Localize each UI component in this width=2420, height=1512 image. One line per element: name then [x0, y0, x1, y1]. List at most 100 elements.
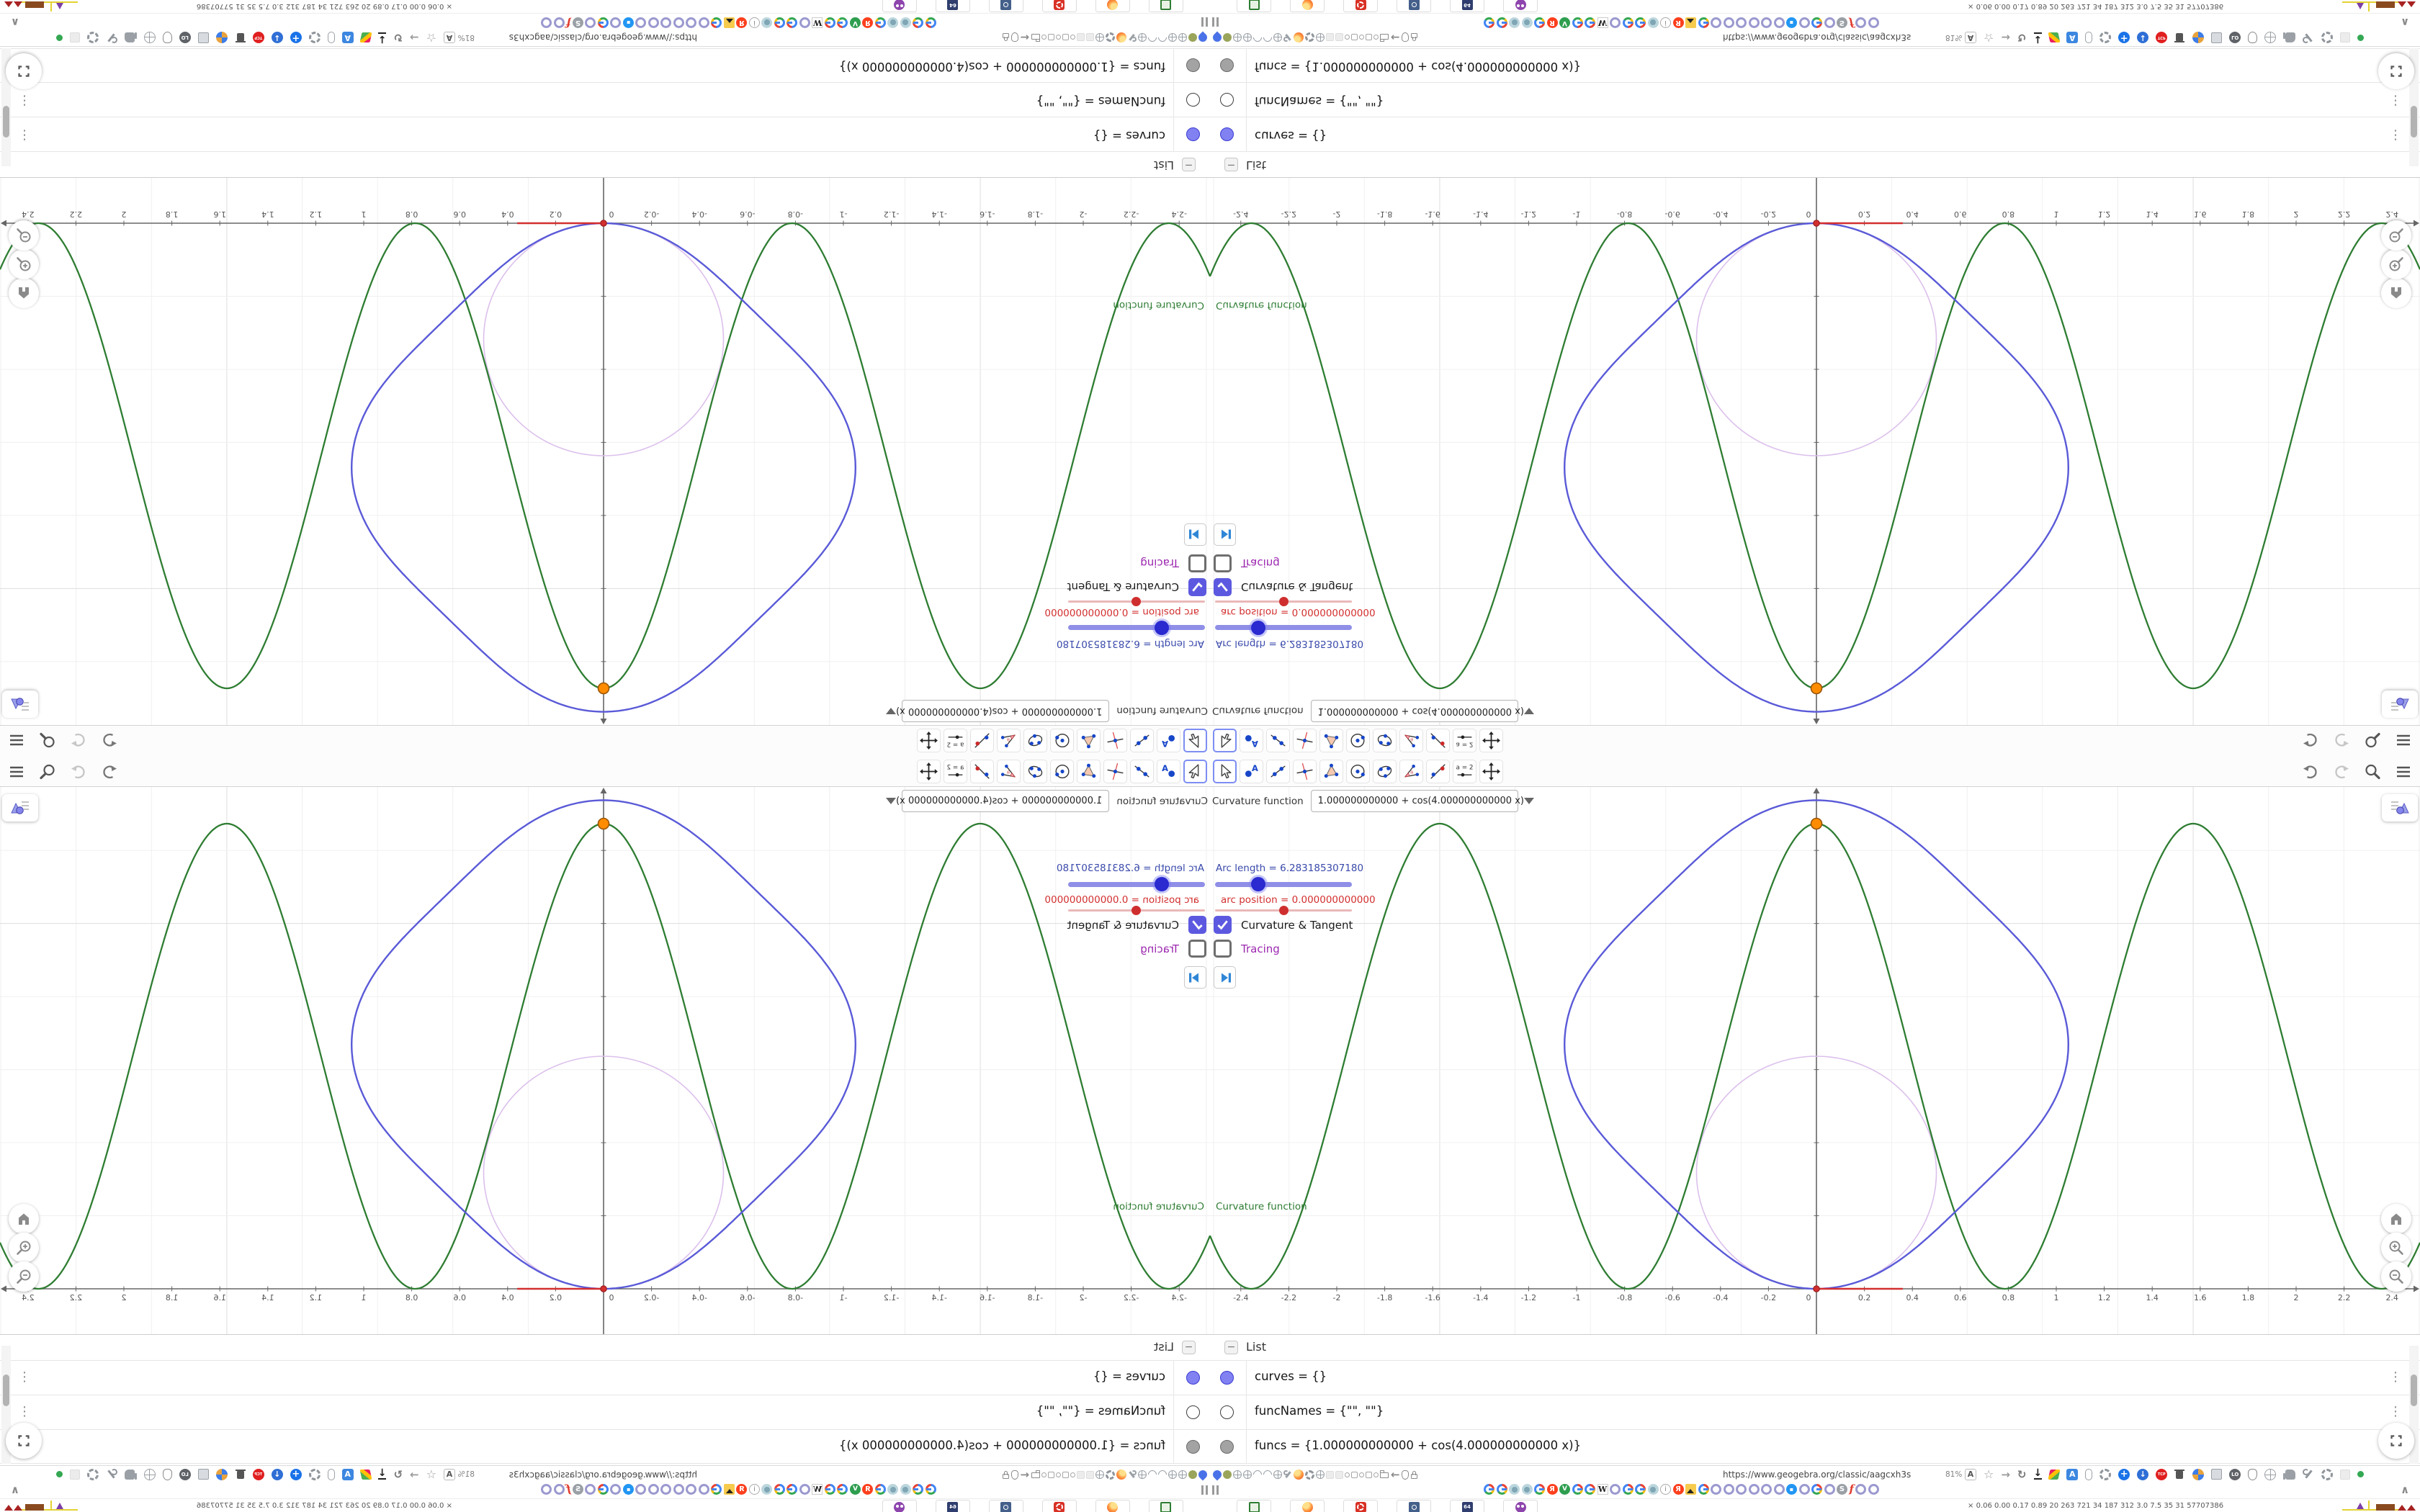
fullscreen-button[interactable] — [6, 53, 42, 89]
kebab-menu-icon[interactable]: ⋮ — [2389, 1369, 2402, 1386]
tool-conic-button[interactable] — [1373, 729, 1397, 752]
nav-back-icon[interactable]: ← — [1020, 32, 1029, 45]
play-pause-button[interactable] — [1184, 966, 1206, 989]
nav-arc-icon[interactable] — [1251, 1468, 1264, 1481]
nav-back-icon[interactable]: ← — [1391, 1469, 1400, 1480]
curvature-function-dropdown[interactable]: 1.000000000000 + cos(4.000000000000 x) — [1310, 700, 1534, 722]
menu-icon[interactable] — [7, 762, 27, 781]
dock-firefox-box-button[interactable] — [1095, 0, 1130, 12]
collapse-chevron-icon[interactable]: ∧ — [2401, 1483, 2409, 1496]
nav-mouse-icon[interactable] — [2085, 1468, 2093, 1480]
arc-length-slider[interactable] — [1215, 877, 1352, 891]
tool-reflect-button[interactable] — [1426, 760, 1450, 783]
bookmark-chat-icon[interactable]: ▪ — [623, 1484, 634, 1495]
address-url[interactable]: https://www.geogebra.org/classic/aagcxh3… — [1723, 32, 1911, 42]
nav-globe-big-icon[interactable] — [143, 32, 156, 44]
nav-arrow-right-icon[interactable]: → — [2001, 1468, 2010, 1481]
scrollbar-thumb[interactable] — [2411, 106, 2417, 138]
bookmark-info-icon[interactable]: i — [749, 1484, 760, 1495]
tool-move-button[interactable] — [1213, 760, 1237, 783]
nav-dot-icon[interactable] — [1056, 35, 1061, 40]
nav-plus-icon[interactable]: + — [2118, 1468, 2130, 1480]
nav-firefox-icon[interactable] — [1294, 32, 1304, 42]
bookmark-W-icon[interactable]: W — [812, 17, 823, 28]
bookmark-flw-icon[interactable] — [1723, 1484, 1734, 1495]
nav-arc-icon[interactable] — [1156, 31, 1169, 44]
bookmark-wiki-icon[interactable] — [1647, 17, 1659, 28]
nav-drop-icon[interactable] — [1211, 31, 1224, 44]
bookmark-flw-icon[interactable] — [1736, 17, 1747, 28]
tool-slider-button[interactable]: a = 2 — [1453, 729, 1476, 752]
bookmark-flw-icon[interactable] — [648, 17, 659, 28]
bookmark-G-icon[interactable] — [1534, 1484, 1545, 1495]
algebra-row[interactable]: funcs = {1.000000000000 + cos(4.00000000… — [0, 1429, 1210, 1464]
bookmark-wiki-icon[interactable] — [1647, 1484, 1659, 1495]
nav-shield-big-icon[interactable] — [162, 32, 172, 44]
bookmark-G-icon[interactable] — [711, 17, 722, 28]
bookmark-G-icon[interactable] — [1585, 17, 1595, 28]
page-zoom-badge[interactable]: 81% — [1945, 1470, 1962, 1479]
checkbox-checked-icon[interactable] — [1188, 916, 1206, 934]
list-group-header[interactable]: List — [1246, 158, 1266, 172]
zoom-out-button[interactable] — [2381, 1261, 2411, 1292]
nav-globe-icon[interactable] — [1316, 33, 1325, 42]
bookmark-tree-icon[interactable]: V — [850, 17, 861, 28]
nav-dot-icon[interactable] — [1041, 35, 1047, 40]
bookmark-flw-icon[interactable] — [660, 17, 672, 28]
nav-ghost-big-icon[interactable] — [69, 1469, 80, 1480]
dock-firefox-box-button[interactable] — [1095, 1500, 1130, 1512]
nav-thumb-icon[interactable] — [2283, 32, 2296, 43]
dock-book-button[interactable] — [1237, 0, 1271, 12]
tool-reflect-button[interactable] — [970, 760, 994, 783]
bookmark-G-icon[interactable] — [786, 1484, 798, 1495]
nav-thumb-icon[interactable] — [124, 32, 137, 43]
nav-arc-icon[interactable] — [1146, 31, 1159, 44]
nav-shield-icon[interactable] — [1401, 32, 1409, 42]
bookmark-flw-icon[interactable] — [1711, 17, 1721, 28]
page-zoom-badge[interactable]: 81% — [458, 1470, 475, 1479]
bookmark-wiki-icon[interactable] — [1521, 17, 1533, 28]
dock-red-gear-button[interactable] — [1042, 0, 1077, 12]
bookmark-G-icon[interactable] — [1635, 1484, 1646, 1495]
tool-perpendicular-button[interactable] — [1293, 729, 1317, 752]
bookmark-wiki-icon[interactable] — [1521, 1484, 1533, 1495]
bookmark-G-icon[interactable] — [1811, 17, 1822, 28]
dock-red-gear-button[interactable] — [1343, 1500, 1378, 1512]
visibility-toggle-icon[interactable] — [1220, 127, 1234, 141]
nav-sq-icon[interactable] — [1048, 34, 1054, 41]
style-bar-button[interactable] — [2, 794, 38, 822]
checkbox-checked-icon[interactable] — [1188, 578, 1206, 596]
bookmark-f-icon[interactable]: f — [566, 17, 570, 30]
algebra-row[interactable]: funcNames = {"", ""} ⋮ — [1210, 83, 2420, 117]
bookmark-pic-icon[interactable] — [724, 1484, 735, 1495]
tool-move-button[interactable] — [1213, 729, 1237, 752]
nav-box-icon[interactable] — [197, 1469, 209, 1480]
bookmark-G-icon[interactable] — [1484, 1484, 1494, 1495]
nav-gear-big-icon[interactable] — [2099, 32, 2112, 44]
bookmark-wiki-icon[interactable] — [887, 17, 899, 28]
nav-drop-icon[interactable] — [1196, 1468, 1209, 1481]
tool-perpendicular-button[interactable] — [1103, 760, 1127, 783]
tool-polygon-button[interactable] — [1319, 729, 1343, 752]
nav-arc-icon[interactable] — [1261, 31, 1274, 44]
nav-shield-icon[interactable] — [1011, 1470, 1019, 1480]
bookmark-ya-icon[interactable]: Я — [736, 1484, 748, 1495]
bookmark-coin-icon[interactable]: S — [573, 17, 583, 28]
nav-ghost-icon[interactable] — [1326, 1470, 1334, 1479]
play-pause-button[interactable] — [1214, 966, 1236, 989]
bookmark-flw-icon[interactable] — [1773, 1484, 1785, 1495]
nav-gear-icon[interactable] — [1106, 32, 1115, 42]
page-zoom-badge[interactable]: 81% — [458, 33, 475, 42]
plot-canvas[interactable]: -2.4 -2.2 -2 -1.8 -1.6 -1.4 -1.2 -1 -0.8 -0.6 -0.4… — [1210, 178, 2420, 725]
algebra-row-text[interactable]: funcNames = {"", ""} — [1036, 1404, 1165, 1418]
tool-line-button[interactable] — [1130, 729, 1154, 752]
nav-dot-icon[interactable] — [1373, 1472, 1379, 1477]
nav-down-icon[interactable]: ↓ — [271, 32, 283, 44]
bookmark-flw-icon[interactable] — [1798, 17, 1810, 28]
nav-thumb-icon[interactable] — [2283, 1469, 2296, 1480]
dock-floppy64-button[interactable]: 64 — [1450, 1500, 1484, 1512]
bookmark-flw-icon[interactable] — [673, 1484, 684, 1495]
bookmark-flw-icon[interactable] — [610, 17, 622, 28]
bookmark-G-icon[interactable] — [598, 1484, 609, 1495]
zoom-out-button[interactable] — [9, 1261, 39, 1292]
